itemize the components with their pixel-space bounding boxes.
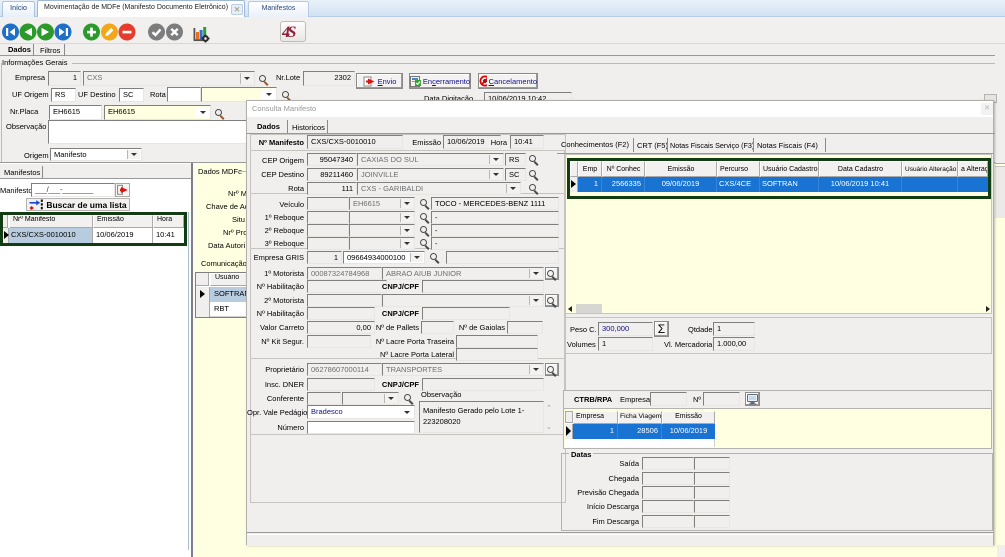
svg-text:4S: 4S <box>282 24 297 41</box>
